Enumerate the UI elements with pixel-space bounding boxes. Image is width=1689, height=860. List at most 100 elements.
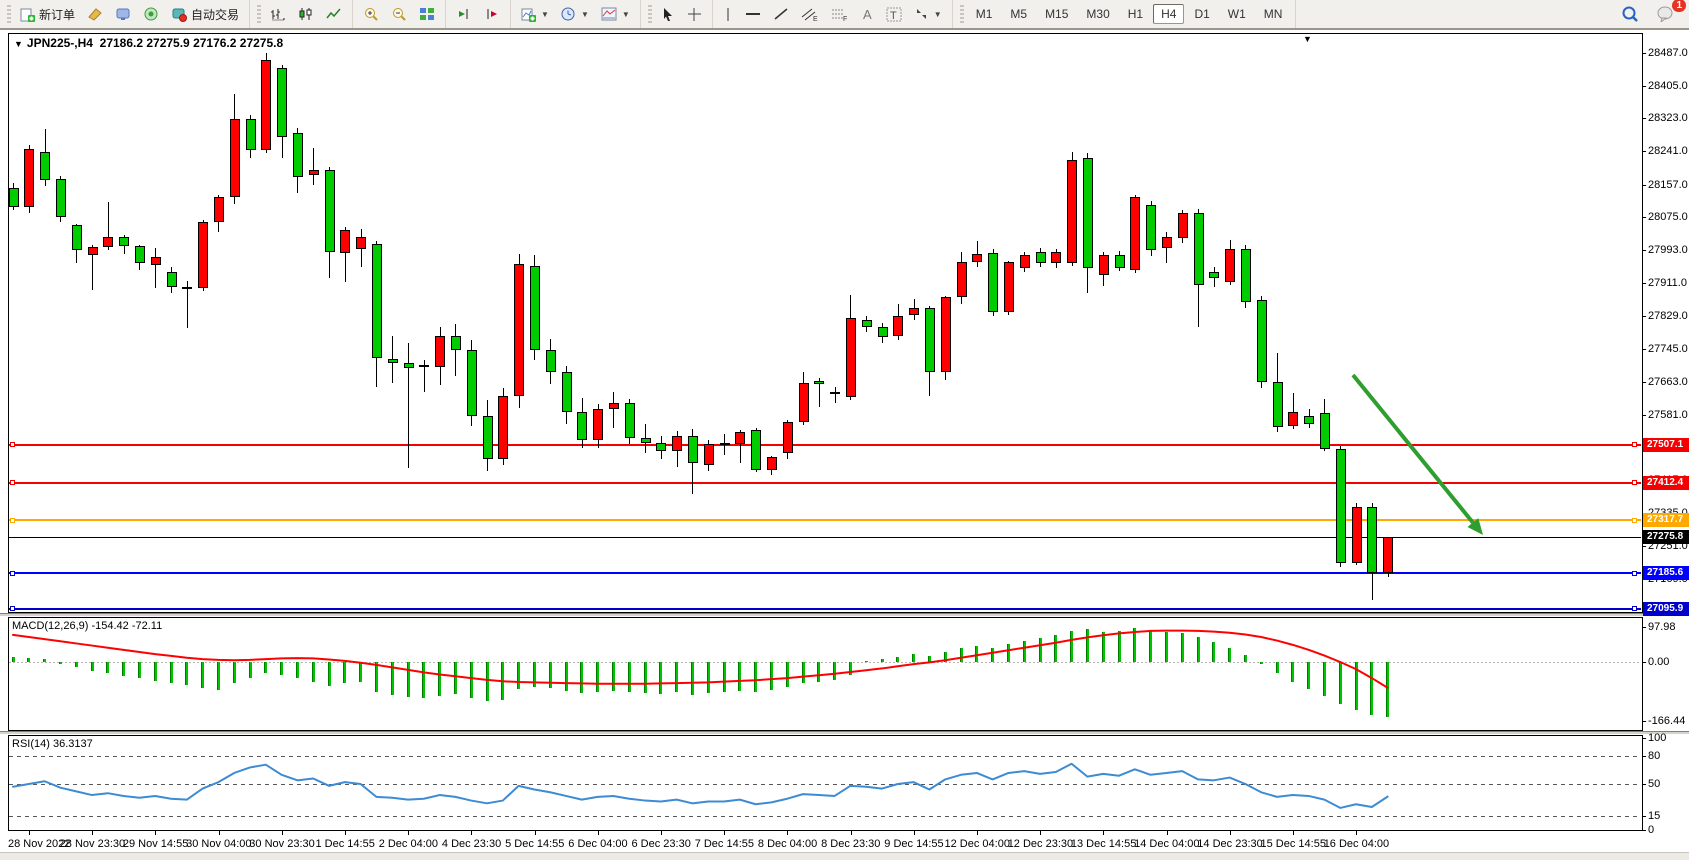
toolbar-drag-handle[interactable] [960,5,964,23]
chevron-down-icon: ▼ [541,10,549,19]
line-anchor-marker[interactable] [10,442,15,447]
candle [261,60,271,149]
symbol-dropdown-icon[interactable]: ▼ [14,39,23,49]
line-anchor-marker[interactable] [1632,442,1637,447]
text-button[interactable]: A [856,4,879,24]
rsi-tick-label: 0 [1648,824,1654,836]
timeframe-button-mn[interactable]: MN [1256,4,1291,24]
candle [88,247,98,255]
cursor-button[interactable] [656,4,680,25]
indicators-dropdown[interactable]: ▼ [516,4,554,25]
new-order-button[interactable]: 新订单 [15,3,80,26]
candlestick-chart-button[interactable] [293,4,319,24]
price-tick-label: 28157.0 [1648,179,1688,191]
line-chart-button[interactable] [321,4,347,24]
macd-tick-mark [1642,721,1646,722]
time-tick-mark [1230,831,1231,835]
candle [972,254,982,262]
horizontal-level-line[interactable] [9,537,1641,538]
horizontal-level-line[interactable] [9,444,1641,446]
bar-chart-button[interactable] [265,4,291,24]
macd-histogram-bar [454,662,457,694]
candle [388,359,398,363]
line-anchor-marker[interactable] [10,606,15,611]
time-axis-label: 12 Dec 04:00 [945,838,1010,850]
timeframe-button-m30[interactable]: M30 [1078,4,1117,24]
macd-histogram-bar [675,662,678,692]
macd-pane[interactable] [8,617,1643,731]
periods-dropdown[interactable]: ▼ [556,4,594,25]
equidistant-channel-button[interactable]: E [796,4,824,25]
toolbar-right: 1 [1615,2,1689,26]
timeframe-button-h4[interactable]: H4 [1153,4,1184,24]
candle [1257,300,1267,382]
macd-histogram-bar [1291,662,1294,682]
templates-dropdown[interactable]: ▼ [596,4,635,24]
notifications-button[interactable]: 1 [1652,3,1680,25]
time-axis-label: 8 Dec 04:00 [758,838,817,850]
price-tick-mark [1642,250,1646,251]
autotrading-button[interactable]: 自动交易 [166,3,244,26]
line-anchor-marker[interactable] [1632,606,1637,611]
macd-histogram-bar [1181,633,1184,662]
market-watch-button[interactable] [110,4,136,24]
line-anchor-marker[interactable] [1632,571,1637,576]
svg-text:A: A [863,7,872,21]
styler-button[interactable] [82,4,108,24]
macd-histogram-bar [201,662,204,688]
line-anchor-marker[interactable] [1632,480,1637,485]
horizontal-level-line[interactable] [9,519,1641,521]
candle [530,266,540,350]
arrows-icon [914,7,929,21]
time-tick-mark [535,831,536,835]
time-axis-label: 12 Dec 23:30 [1008,838,1073,850]
zoom-in-button[interactable] [358,4,384,25]
toolbar-drag-handle[interactable] [648,5,652,23]
candle [656,443,666,451]
candle [735,432,745,444]
line-anchor-marker[interactable] [1632,518,1637,523]
text-label-button[interactable]: T [881,4,907,25]
fibonacci-button[interactable]: F [826,4,854,25]
main-toolbar: 新订单 自动交易 ▼ ▼ ▼ [0,0,1689,30]
macd-histogram-bar [802,662,805,683]
search-button[interactable] [1616,2,1644,26]
timeframe-button-m1[interactable]: M1 [968,4,1001,24]
time-axis-label: 1 Dec 14:55 [316,838,375,850]
vertical-line-button[interactable] [718,4,738,25]
candle-wick [408,343,409,468]
zoom-out-button[interactable] [386,4,412,25]
line-anchor-marker[interactable] [10,480,15,485]
tile-windows-button[interactable] [414,4,440,24]
horizontal-level-line[interactable] [9,608,1641,610]
time-axis-label: 7 Dec 14:55 [695,838,754,850]
candle [1241,249,1251,302]
timeframe-button-w1[interactable]: W1 [1220,4,1254,24]
time-tick-mark [661,831,662,835]
toolbar-drag-handle[interactable] [7,5,11,23]
horizontal-line-button[interactable] [740,4,766,24]
timeframe-button-m5[interactable]: M5 [1002,4,1035,24]
price-tick-mark [1642,185,1646,186]
toolbar-drag-handle[interactable] [257,5,261,23]
candle [498,396,508,459]
macd-histogram-bar [770,662,773,690]
timeframe-button-d1[interactable]: D1 [1186,4,1217,24]
navigator-button[interactable] [138,4,164,24]
crosshair-button[interactable] [682,4,707,25]
line-anchor-marker[interactable] [10,571,15,576]
macd-histogram-bar [438,662,441,696]
chart-shift-button[interactable] [479,4,505,24]
horizontal-level-line[interactable] [9,572,1641,574]
horizontal-level-line[interactable] [9,482,1641,484]
candle [103,237,113,247]
arrows-dropdown[interactable]: ▼ [909,4,947,24]
timeframe-button-h1[interactable]: H1 [1120,4,1151,24]
auto-scroll-button[interactable] [451,4,477,24]
trendline-button[interactable] [768,4,794,24]
chart-shift-marker[interactable]: ▼ [1303,34,1312,44]
line-anchor-marker[interactable] [10,518,15,523]
timeframe-button-m15[interactable]: M15 [1037,4,1076,24]
time-tick-mark [1040,831,1041,835]
macd-histogram-bar [533,662,536,687]
